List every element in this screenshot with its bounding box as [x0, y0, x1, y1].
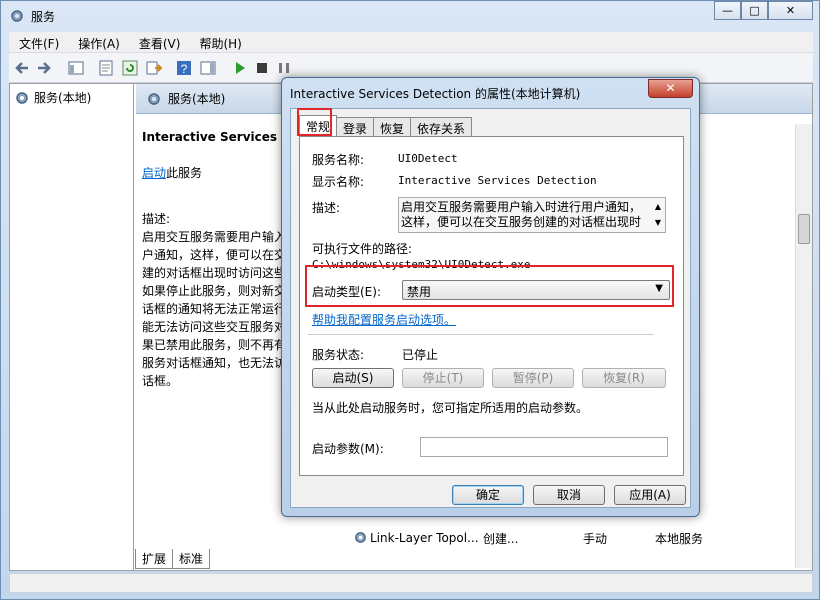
help-icon[interactable]: ? — [175, 59, 193, 77]
row-startup-type: 手动 — [583, 531, 608, 546]
pause-button[interactable]: 暂停(P) — [492, 368, 574, 388]
tab-standard[interactable]: 标准 — [172, 549, 211, 569]
refresh-icon[interactable] — [121, 59, 139, 77]
menu-bar: 文件(F) 操作(A) 查看(V) 帮助(H) — [9, 32, 813, 53]
close-button[interactable]: ✕ — [768, 1, 813, 20]
highlight-general-tab — [297, 108, 332, 136]
forward-arrow-icon[interactable] — [35, 59, 53, 77]
divider — [308, 334, 654, 335]
executable-path-label: 可执行文件的路径: — [312, 242, 413, 256]
scrollbar-thumb[interactable] — [798, 214, 810, 244]
export-list-icon[interactable] — [145, 59, 163, 77]
service-name-value: UI0Detect — [398, 152, 458, 165]
menu-view[interactable]: 查看(V) — [129, 32, 190, 52]
pause-service-icon[interactable] — [275, 59, 293, 77]
stop-service-icon[interactable] — [253, 59, 271, 77]
cancel-button[interactable]: 取消 — [533, 485, 605, 505]
menu-action[interactable]: 操作(A) — [68, 32, 129, 52]
back-arrow-icon[interactable] — [13, 59, 31, 77]
description-text: 启用交互服务需要用户输入时进行用户通知，这样，便可以在交互服务创建的对话框出现时 — [401, 200, 642, 229]
service-status-value: 已停止 — [402, 348, 439, 362]
start-parameters-label: 启动参数(M): — [312, 442, 384, 456]
display-name-value: Interactive Services Detection — [398, 174, 597, 187]
service-gear-icon — [355, 532, 366, 543]
status-bar — [9, 573, 813, 593]
minimize-button[interactable]: — — [714, 1, 741, 20]
row-description: 创建... — [483, 531, 519, 546]
table-row[interactable]: Link-Layer Topol... 创建... 手动 本地服务 — [351, 529, 811, 547]
start-button[interactable]: 启动(S) — [312, 368, 394, 388]
menu-file[interactable]: 文件(F) — [9, 32, 68, 52]
svg-text:?: ? — [181, 62, 188, 76]
help-configure-startup-link[interactable]: 帮助我配置服务启动选项。 — [312, 311, 456, 328]
display-name-label: 显示名称: — [312, 175, 365, 189]
console-tree: 服务(本地) — [10, 84, 134, 570]
dialog-title: Interactive Services Detection 的属性(本地计算机… — [290, 87, 581, 101]
highlight-startup-type — [305, 265, 674, 307]
services-gear-icon — [16, 91, 28, 104]
service-status-label: 服务状态: — [312, 348, 365, 362]
row-service-name: Link-Layer Topol... — [370, 531, 479, 545]
pane-header-title: 服务(本地) — [168, 92, 226, 106]
tree-item-label: 服务(本地) — [34, 91, 92, 105]
services-gear-icon — [11, 10, 23, 22]
services-gear-icon — [148, 92, 160, 105]
start-service-link[interactable]: 启动 — [142, 166, 166, 180]
dialog-close-button[interactable]: ✕ — [648, 79, 693, 98]
apply-button[interactable]: 应用(A) — [614, 485, 686, 505]
start-service-suffix: 此服务 — [166, 166, 203, 180]
dialog-body: 常规 登录 恢复 依存关系 服务名称: UI0Detect 显示名称: Inte… — [290, 108, 691, 508]
service-name-label: 服务名称: — [312, 153, 365, 167]
stop-button[interactable]: 停止(T) — [402, 368, 484, 388]
show-console-tree-icon[interactable] — [67, 59, 85, 77]
view-tabs: 扩展 标准 — [135, 549, 435, 569]
vertical-scrollbar[interactable] — [795, 124, 812, 568]
window-title: 服务 — [31, 10, 56, 24]
start-service-icon[interactable] — [231, 59, 249, 77]
ok-button[interactable]: 确定 — [452, 485, 524, 505]
row-logon-as: 本地服务 — [655, 531, 704, 546]
menu-help[interactable]: 帮助(H) — [189, 32, 250, 52]
start-parameters-input[interactable] — [420, 437, 668, 457]
tab-recovery[interactable]: 恢复 — [373, 117, 412, 137]
show-action-pane-icon[interactable] — [199, 59, 217, 77]
resume-button[interactable]: 恢复(R) — [582, 368, 666, 388]
maximize-button[interactable]: □ — [741, 1, 768, 20]
tab-logon[interactable]: 登录 — [336, 117, 375, 137]
description-box[interactable]: 启用交互服务需要用户输入时进行用户通知，这样，便可以在交互服务创建的对话框出现时… — [398, 197, 666, 233]
tree-item-services-local[interactable]: 服务(本地) — [14, 89, 91, 106]
tab-extended[interactable]: 扩展 — [135, 549, 174, 569]
caption-buttons: — □ ✕ — [714, 1, 813, 20]
description-label: 描述: — [312, 201, 341, 215]
description-scroll-arrows[interactable]: ▲ ▼ — [652, 199, 664, 231]
title-bar[interactable]: 服务 — □ ✕ — [1, 1, 819, 31]
tab-dependencies[interactable]: 依存关系 — [410, 117, 473, 137]
properties-icon[interactable] — [97, 59, 115, 77]
start-parameters-hint: 当从此处启动服务时，您可指定所适用的启动参数。 — [312, 401, 589, 415]
